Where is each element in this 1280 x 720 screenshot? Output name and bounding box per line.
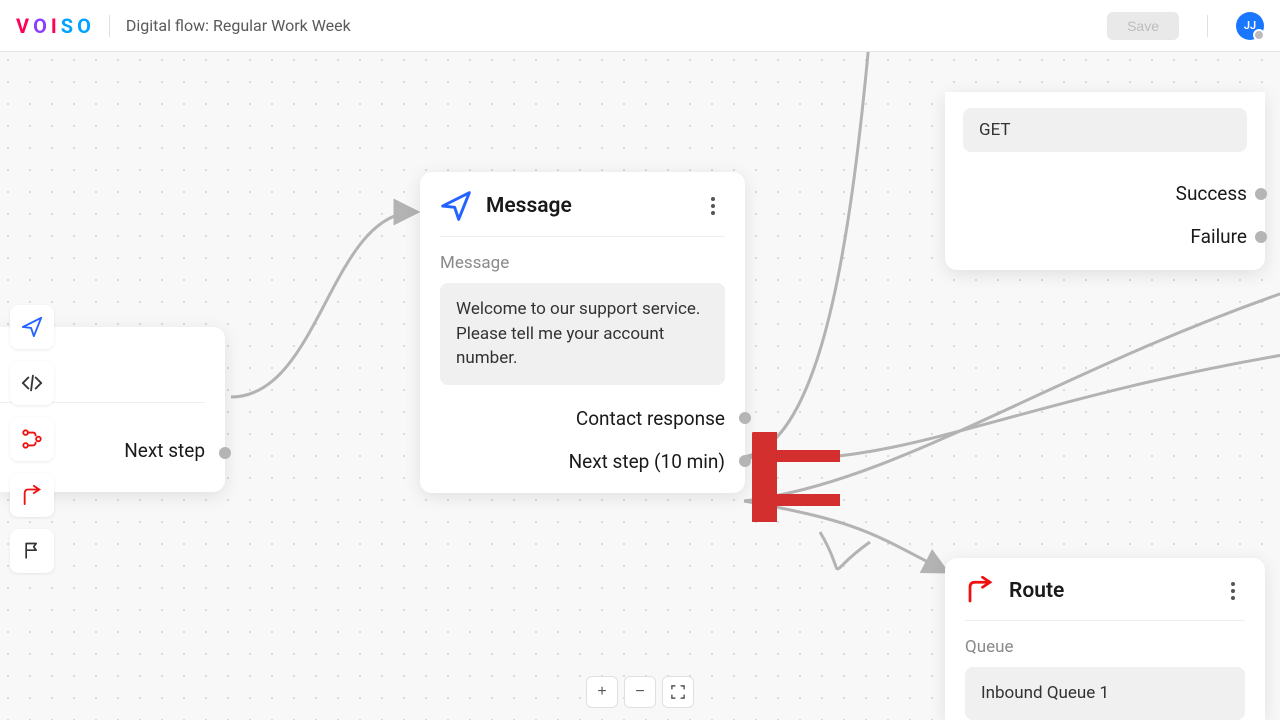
flow-node-message[interactable]: Message Message Welcome to our support s…	[420, 172, 745, 493]
section-label: Message	[420, 237, 745, 283]
output-port[interactable]	[739, 412, 751, 424]
brand-logo: VOISO	[16, 14, 93, 38]
code-icon	[21, 372, 43, 394]
output-label: Next step	[124, 439, 205, 462]
output-failure: Failure	[963, 225, 1247, 248]
route-arrow-icon	[21, 484, 43, 506]
node-title: Message	[486, 194, 687, 218]
message-body: Welcome to our support service. Please t…	[440, 283, 725, 385]
fullscreen-icon	[671, 685, 685, 699]
toolbox	[10, 305, 54, 573]
output-port[interactable]	[219, 447, 231, 459]
http-method-value: GET	[963, 108, 1247, 152]
page-title: Digital flow: Regular Work Week	[126, 16, 351, 35]
route-arrow-icon	[965, 576, 995, 606]
kebab-icon	[1231, 582, 1235, 600]
section-label: Queue	[945, 621, 1265, 667]
node-menu-button[interactable]	[1221, 579, 1245, 603]
paper-plane-icon	[21, 316, 43, 338]
flow-node-api[interactable]: GET Success Failure	[945, 92, 1265, 270]
divider	[109, 15, 110, 37]
output-next-step: Next step (10 min)	[440, 450, 725, 473]
output-success: Success	[963, 182, 1247, 205]
output-port[interactable]	[1255, 231, 1267, 243]
app-header: VOISO Digital flow: Regular Work Week Sa…	[0, 0, 1280, 52]
flag-icon	[22, 541, 42, 561]
zoom-controls: + −	[586, 676, 694, 708]
node-menu-button[interactable]	[701, 194, 725, 218]
output-port[interactable]	[1255, 188, 1267, 200]
route-tool[interactable]	[10, 473, 54, 517]
kebab-icon	[711, 197, 715, 215]
avatar[interactable]: JJ	[1236, 12, 1264, 40]
annotation-arrows	[752, 432, 852, 522]
paper-plane-icon	[440, 190, 472, 222]
flow-node-route[interactable]: Route Queue Inbound Queue 1	[945, 558, 1265, 720]
flow-canvas[interactable]: Next step Message Message Welcome to our…	[0, 52, 1280, 720]
output-port[interactable]	[739, 455, 751, 467]
zoom-in-button[interactable]: +	[586, 676, 618, 708]
code-tool[interactable]	[10, 361, 54, 405]
zoom-fit-button[interactable]	[662, 676, 694, 708]
branch-tool[interactable]	[10, 417, 54, 461]
divider	[1207, 15, 1208, 37]
save-button[interactable]: Save	[1107, 12, 1179, 40]
branch-icon	[21, 428, 43, 450]
node-title: Route	[1009, 579, 1207, 603]
queue-value: Inbound Queue 1	[965, 667, 1245, 720]
message-tool[interactable]	[10, 305, 54, 349]
zoom-out-button[interactable]: −	[624, 676, 656, 708]
output-contact-response: Contact response	[440, 407, 725, 430]
flag-tool[interactable]	[10, 529, 54, 573]
